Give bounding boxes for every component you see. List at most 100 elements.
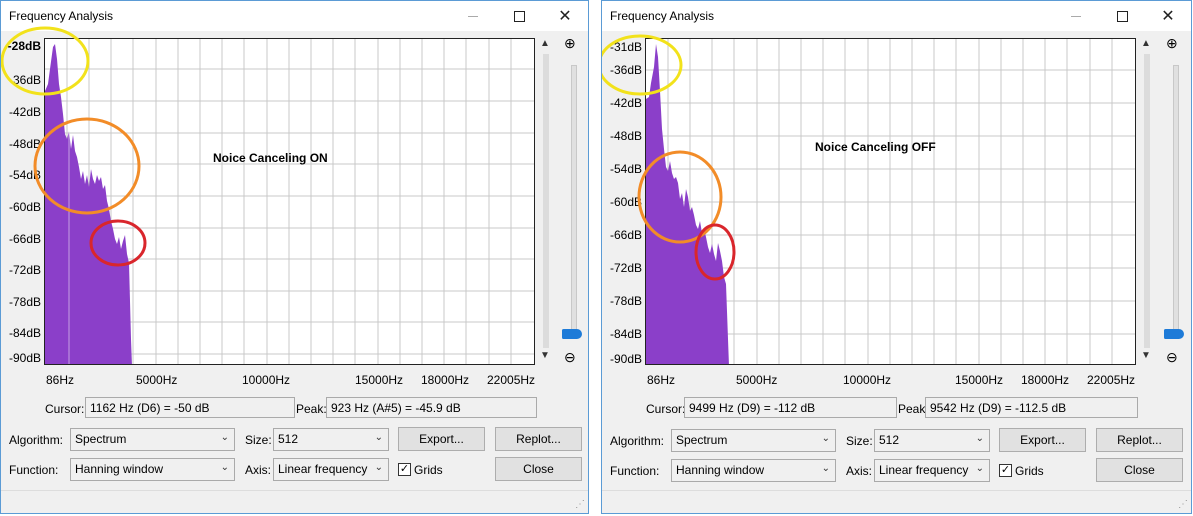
minimize-button[interactable] [1053, 1, 1099, 31]
x-tick: 18000Hz [421, 373, 470, 387]
minimize-button[interactable] [450, 1, 496, 31]
plot-vertical-scrollbar[interactable]: ▲ ▼ [538, 38, 554, 365]
scroll-down-icon[interactable]: ▼ [540, 350, 550, 361]
size-value: 512 [278, 432, 299, 446]
x-tick: 22005Hz [487, 373, 536, 387]
x-tick: 5000Hz [736, 373, 778, 387]
y-tick: -78dB [8, 295, 41, 309]
zoom-slider-track[interactable] [1173, 65, 1179, 337]
size-select[interactable]: 512 ⌄ [273, 428, 389, 451]
zoom-slider-thumb[interactable] [562, 329, 582, 339]
grids-checkbox[interactable]: ✓ [999, 464, 1012, 477]
x-tick: 10000Hz [242, 373, 291, 387]
x-tick: 18000Hz [1021, 373, 1070, 387]
grids-checkbox[interactable]: ✓ [398, 463, 411, 476]
chevron-down-icon: ⌄ [975, 433, 984, 444]
export-button[interactable]: Export... [398, 427, 485, 451]
size-label: Size: [846, 434, 873, 448]
y-tick: -36dB [8, 73, 41, 87]
zoom-control: ⊕ ⊖ [1163, 35, 1187, 369]
scroll-down-icon[interactable]: ▼ [1141, 350, 1151, 361]
scroll-track[interactable] [543, 54, 549, 348]
y-tick: -54dB [8, 168, 41, 182]
scroll-track[interactable] [1144, 54, 1150, 348]
peak-readout: 923 Hz (A#5) = -45.9 dB [326, 397, 537, 418]
axis-select[interactable]: Linear frequency ⌄ [273, 458, 389, 481]
function-select[interactable]: Hanning window ⌄ [671, 459, 836, 482]
close-button[interactable]: Close [1096, 458, 1183, 482]
zoom-slider-thumb[interactable] [1164, 329, 1184, 339]
status-divider [602, 490, 1191, 491]
chevron-down-icon: ⌄ [220, 432, 229, 443]
axis-value: Linear frequency [879, 463, 969, 477]
y-tick: -66dB [8, 232, 41, 246]
zoom-in-icon[interactable]: ⊕ [1166, 35, 1178, 52]
peak-readout: 9542 Hz (D9) = -112.5 dB [925, 397, 1138, 418]
peak-label: Peak: [296, 402, 327, 416]
x-tick: 86Hz [46, 373, 75, 387]
y-tick: -54dB [609, 162, 642, 176]
axis-select[interactable]: Linear frequency ⌄ [874, 459, 990, 482]
close-window-button[interactable]: ✕ [542, 1, 588, 31]
export-button[interactable]: Export... [999, 428, 1086, 452]
y-tick: -42dB [8, 105, 41, 119]
chevron-down-icon: ⌄ [821, 433, 830, 444]
zoom-slider-track[interactable] [571, 65, 577, 337]
function-select[interactable]: Hanning window ⌄ [70, 458, 235, 481]
y-tick: -84dB [609, 327, 642, 341]
y-tick: -60dB [8, 200, 41, 214]
algorithm-label: Algorithm: [9, 433, 64, 447]
y-tick: -72dB [609, 261, 642, 275]
function-value: Hanning window [75, 462, 164, 476]
maximize-button[interactable] [496, 1, 542, 31]
zoom-in-icon[interactable]: ⊕ [564, 35, 576, 52]
spectrum-graph [646, 39, 1135, 364]
spectrum-fill [646, 44, 729, 364]
x-tick: 15000Hz [355, 373, 404, 387]
function-label: Function: [9, 463, 59, 477]
frequency-analysis-window-right: Frequency Analysis ✕ -31dB -36dB -42dB -… [601, 0, 1192, 514]
replot-button[interactable]: Replot... [495, 427, 582, 451]
title-bar: Frequency Analysis ✕ [602, 1, 1191, 31]
status-divider [1, 490, 588, 491]
algorithm-value: Spectrum [75, 432, 127, 446]
grids-label: Grids [1015, 464, 1044, 478]
zoom-out-icon[interactable]: ⊖ [564, 349, 576, 366]
scroll-up-icon[interactable]: ▲ [540, 38, 550, 49]
algorithm-select[interactable]: Spectrum ⌄ [671, 429, 836, 452]
y-tick: -60dB [609, 195, 642, 209]
cursor-readout: 1162 Hz (D6) = -50 dB [85, 397, 295, 418]
plot-vertical-scrollbar[interactable]: ▲ ▼ [1139, 38, 1155, 365]
y-tick: -42dB [609, 96, 642, 110]
title-bar: Frequency Analysis ✕ [1, 1, 588, 31]
maximize-button[interactable] [1099, 1, 1145, 31]
y-tick: -36dB [609, 63, 642, 77]
chevron-down-icon: ⌄ [374, 462, 383, 473]
axis-label: Axis: [846, 464, 873, 478]
close-window-button[interactable]: ✕ [1145, 1, 1191, 31]
window-title: Frequency Analysis [9, 9, 114, 23]
resize-grip-icon[interactable]: ⋰ [1178, 499, 1188, 510]
y-tick: -90dB [8, 351, 41, 365]
plot-annotation: Noice Canceling OFF [815, 140, 936, 154]
algorithm-value: Spectrum [676, 433, 728, 447]
spectrum-plot[interactable] [645, 38, 1136, 365]
spectrum-plot[interactable] [44, 38, 535, 365]
spectrum-graph [45, 39, 534, 364]
function-label: Function: [610, 464, 660, 478]
frequency-analysis-window-left: Frequency Analysis ✕ -28dB -36dB -42dB -… [0, 0, 589, 514]
chevron-down-icon: ⌄ [821, 463, 830, 474]
scroll-up-icon[interactable]: ▲ [1141, 38, 1151, 49]
algorithm-select[interactable]: Spectrum ⌄ [70, 428, 235, 451]
resize-grip-icon[interactable]: ⋰ [575, 499, 585, 510]
y-tick: -90dB [609, 352, 642, 366]
axis-value: Linear frequency [278, 462, 368, 476]
x-tick: 22005Hz [1087, 373, 1136, 387]
replot-button[interactable]: Replot... [1096, 428, 1183, 452]
function-value: Hanning window [676, 463, 765, 477]
size-select[interactable]: 512 ⌄ [874, 429, 990, 452]
plot-annotation: Noice Canceling ON [213, 151, 328, 165]
algorithm-label: Algorithm: [610, 434, 665, 448]
zoom-out-icon[interactable]: ⊖ [1166, 349, 1178, 366]
close-button[interactable]: Close [495, 457, 582, 481]
